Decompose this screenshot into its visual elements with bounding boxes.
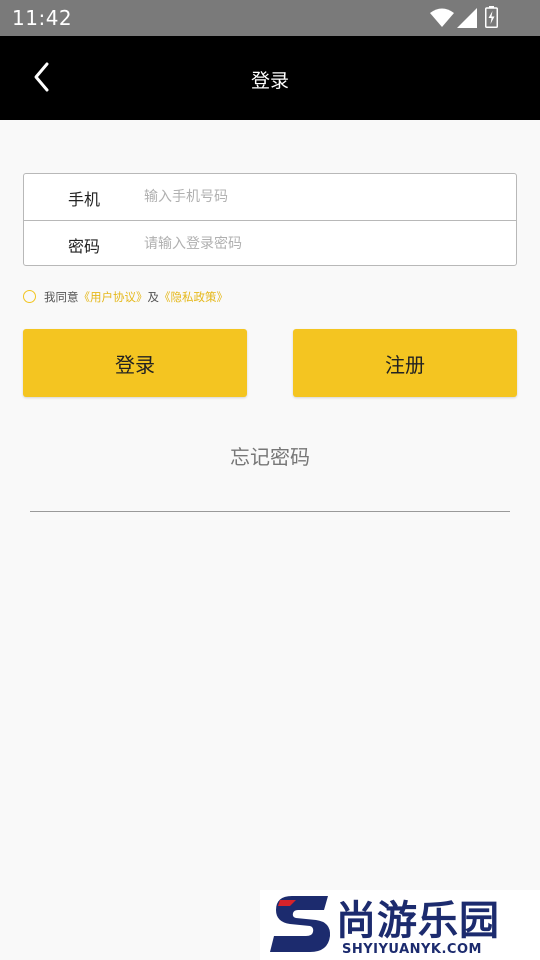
watermark: 尚游乐园 SHYIYUANYK.COM [260,890,540,960]
phone-row: 手机 [24,174,516,220]
agreement-conjunction: 及 [147,290,160,304]
agreement-radio[interactable] [23,290,36,303]
app-bar: 登录 [0,36,540,120]
login-button[interactable]: 登录 [23,329,247,397]
password-row: 密码 [24,220,516,266]
user-agreement-link[interactable]: 《用户协议》 [79,290,148,304]
agreement-prefix: 我同意 [44,290,79,304]
brand-s-logo [270,896,331,952]
password-label: 密码 [68,237,101,256]
privacy-policy-link[interactable]: 《隐私政策》 [159,290,228,304]
forgot-password-link[interactable]: 忘记密码 [0,441,540,470]
agreement-text: 我同意《用户协议》及《隐私政策》 [44,289,228,305]
watermark-brand: 尚游乐园 [336,898,500,944]
watermark-url: SHYIYUANYK.COM [342,942,482,957]
battery-charging-icon [485,6,498,28]
password-input[interactable] [144,229,504,259]
wifi-icon [502,7,503,8]
page-title: 登录 [250,70,289,92]
status-time: 11:42 [12,6,73,30]
wifi-icon [430,8,454,27]
divider [30,511,510,512]
register-button[interactable]: 注册 [293,329,517,397]
phone-input[interactable] [144,182,504,212]
signal-icon [457,8,477,28]
phone-label: 手机 [68,190,101,209]
login-form: 手机 密码 [23,173,517,266]
status-bar: 11:42 [0,0,540,36]
